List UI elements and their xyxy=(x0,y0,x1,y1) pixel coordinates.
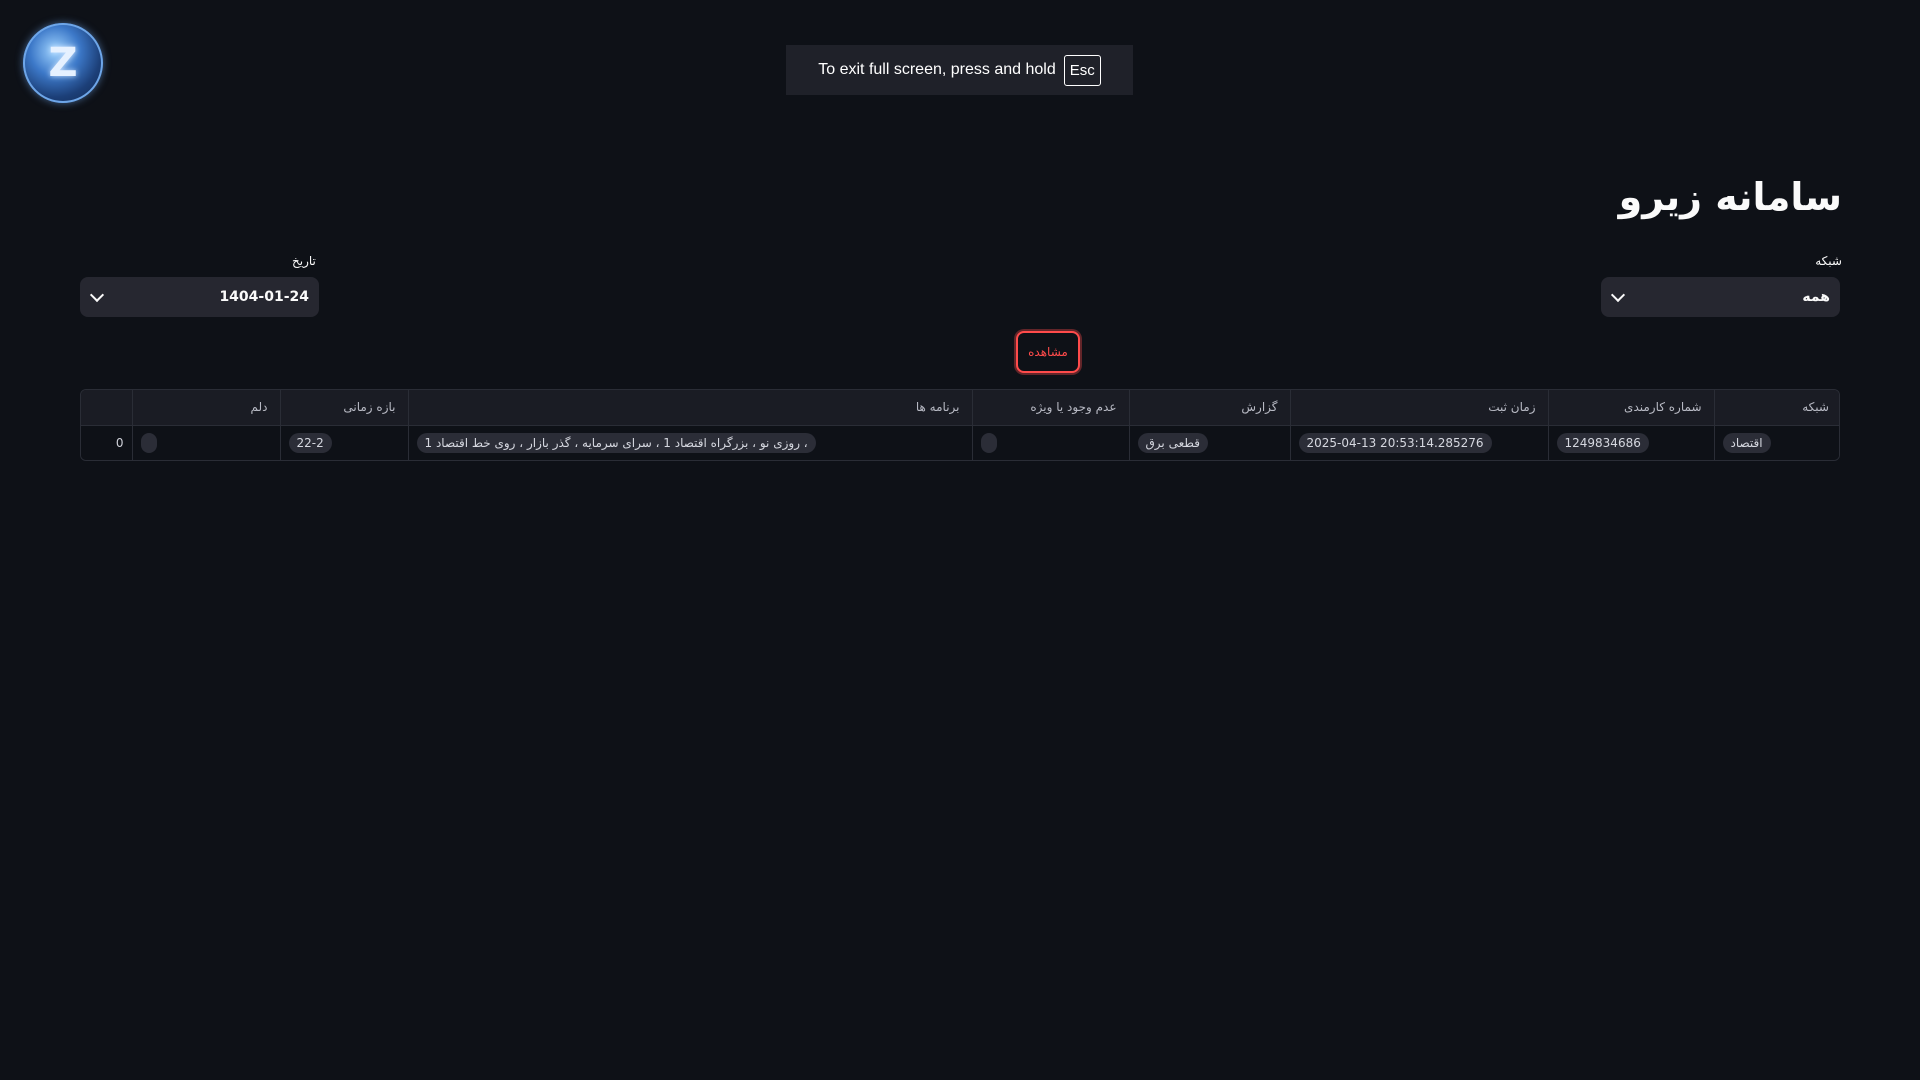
tail-chip xyxy=(140,432,157,453)
row-index: 0 xyxy=(81,425,133,460)
cell-special[interactable] xyxy=(972,425,1130,460)
time-range-chip: 22-2 xyxy=(288,432,332,453)
app-logo: Z xyxy=(23,23,103,103)
col-header-programs[interactable]: برنامه ها xyxy=(408,390,973,426)
report-chip: قطعی برق xyxy=(1137,432,1208,453)
fullscreen-banner-text: To exit full screen, press and hold xyxy=(818,61,1056,78)
table-header-row: دلم بازه زمانی برنامه ها عدم وجود یا ویژ… xyxy=(81,390,1839,426)
page-title: سامانه زیرو xyxy=(1618,175,1842,219)
col-header-employee-id[interactable]: شماره کارمندی xyxy=(1548,390,1715,426)
cell-tail[interactable] xyxy=(132,425,281,460)
cell-network[interactable]: اقتصاد xyxy=(1714,425,1839,460)
cell-programs[interactable]: ، روزی نو ، بزرگراه اقتصاد 1 ، سرای سرما… xyxy=(408,425,973,460)
cell-employee-id[interactable]: 1249834686 xyxy=(1548,425,1715,460)
programs-chip: ، روزی نو ، بزرگراه اقتصاد 1 ، سرای سرما… xyxy=(416,432,816,453)
network-select-label: شبکه xyxy=(1815,254,1842,268)
results-table: دلم بازه زمانی برنامه ها عدم وجود یا ویژ… xyxy=(80,389,1840,461)
date-select-label: تاریخ xyxy=(292,254,316,268)
col-header-time-range[interactable]: بازه زمانی xyxy=(280,390,409,426)
esc-key-hint: Esc xyxy=(1063,54,1101,86)
special-chip xyxy=(980,432,997,453)
col-header-index[interactable] xyxy=(81,390,133,426)
fullscreen-exit-banner: To exit full screen, press and hold Esc xyxy=(786,45,1133,95)
reg-time-chip: 2025-04-13 20:53:14.285276 xyxy=(1298,432,1492,453)
table-row[interactable]: 0 22-2 ، روزی نو ، بزرگراه اقتصاد 1 ، سر… xyxy=(81,425,1839,460)
view-button[interactable]: مشاهده xyxy=(1016,331,1080,373)
chevron-down-icon xyxy=(89,287,105,303)
network-select-value: همه xyxy=(1802,289,1830,305)
date-select-value: 1404-01-24 xyxy=(219,289,309,305)
col-header-network[interactable]: شبکه xyxy=(1714,390,1839,426)
cell-time-range[interactable]: 22-2 xyxy=(280,425,409,460)
network-select[interactable]: همه xyxy=(1601,277,1840,317)
employee-id-chip: 1249834686 xyxy=(1556,432,1649,453)
network-chip: اقتصاد xyxy=(1722,432,1771,453)
col-header-reg-time[interactable]: زمان ثبت xyxy=(1290,390,1549,426)
logo-letter: Z xyxy=(48,40,78,86)
chevron-down-icon xyxy=(1610,287,1626,303)
date-select[interactable]: 1404-01-24 xyxy=(80,277,319,317)
cell-report[interactable]: قطعی برق xyxy=(1129,425,1291,460)
col-header-tail[interactable]: دلم xyxy=(132,390,281,426)
cell-reg-time[interactable]: 2025-04-13 20:53:14.285276 xyxy=(1290,425,1549,460)
col-header-special[interactable]: عدم وجود یا ویژه xyxy=(972,390,1130,426)
col-header-report[interactable]: گزارش xyxy=(1129,390,1291,426)
